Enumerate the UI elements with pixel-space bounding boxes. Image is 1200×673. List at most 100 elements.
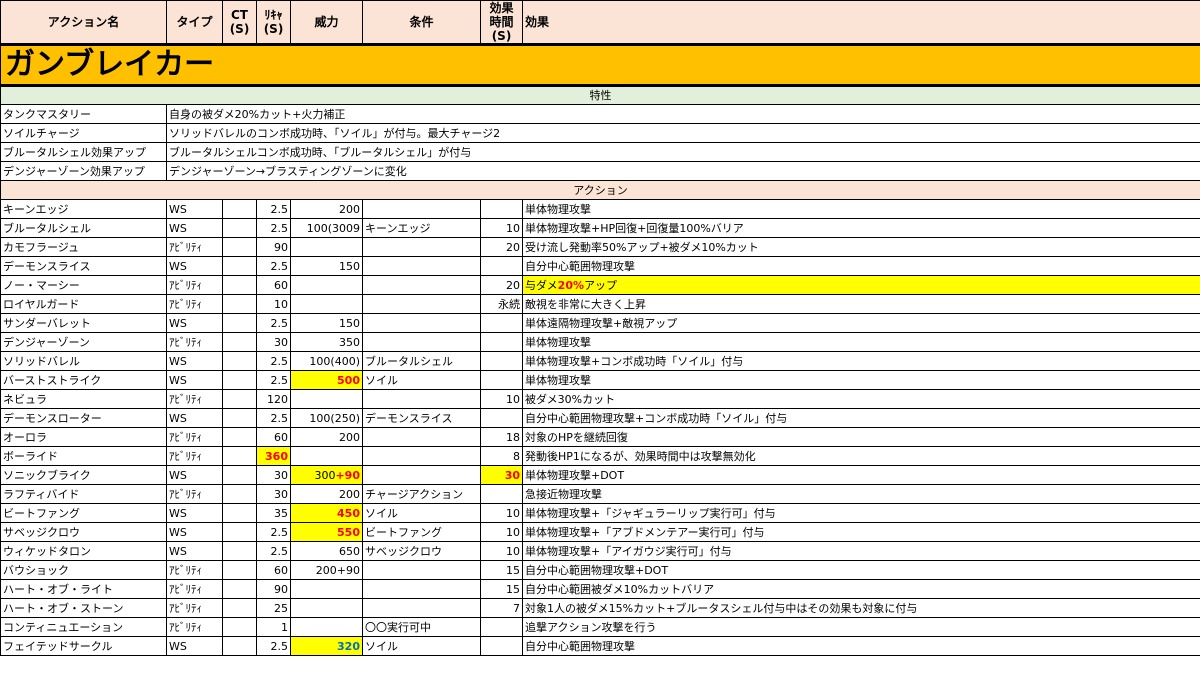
action-row: ウィケッドタロン WS 2.5 650 サベッジクロウ 10 単体物理攻撃+「アイガウジ実行… xyxy=(0,541,1200,561)
action-ct xyxy=(222,199,257,219)
action-ct xyxy=(222,256,257,276)
action-duration: 10 xyxy=(480,541,523,561)
action-effect: 単体物理攻撃+HP回復+回復量100%バリア xyxy=(522,218,1200,238)
action-name: ソニックブライク xyxy=(0,465,167,485)
action-recast: 2.5 xyxy=(256,541,291,561)
action-recast: 360 xyxy=(256,446,291,466)
action-duration xyxy=(480,199,523,219)
action-type: WS xyxy=(166,465,223,485)
action-type: ｱﾋﾞﾘﾃｨ xyxy=(166,484,223,504)
action-duration xyxy=(480,256,523,276)
action-recast: 2.5 xyxy=(256,408,291,428)
action-table: アクション名 タイプ CT (S) ﾘｷｬ (S) 威力 条件 効果 時間 (S) 効果… xyxy=(0,0,1200,656)
action-type: ｱﾋﾞﾘﾃｨ xyxy=(166,560,223,580)
action-effect: 自分中心範囲物理攻撃 xyxy=(522,256,1200,276)
action-condition: ブルータルシェル xyxy=(362,351,481,371)
action-effect: 与ダメ20%アップ xyxy=(522,275,1200,295)
action-row: デンジャーゾーン ｱﾋﾞﾘﾃｨ 30 350 単体物理攻撃 xyxy=(0,332,1200,352)
action-type: WS xyxy=(166,636,223,656)
value-segment: 与ダメ xyxy=(525,278,558,292)
spreadsheet: アクション名 タイプ CT (S) ﾘｷｬ (S) 威力 条件 効果 時間 (S) 効果… xyxy=(0,0,1200,673)
action-potency: 100(400) xyxy=(290,351,363,371)
header-effect: 効果 xyxy=(522,0,1200,45)
action-type: WS xyxy=(166,351,223,371)
action-name: キーンエッジ xyxy=(0,199,167,219)
action-ct xyxy=(222,294,257,314)
action-row: ハート・オブ・ストーン ｱﾋﾞﾘﾃｨ 25 7 対象1人の被ダメ15%カット+ブルータス… xyxy=(0,598,1200,618)
action-condition: デーモンスライス xyxy=(362,408,481,428)
action-effect: 単体物理攻撃 xyxy=(522,332,1200,352)
action-effect: 追撃アクション攻撃を行う xyxy=(522,617,1200,637)
action-duration: 10 xyxy=(480,218,523,238)
actions-section-label: アクション xyxy=(0,180,1200,200)
action-ct xyxy=(222,636,257,656)
action-row: ビートファング WS 35 450 ソイル 10 単体物理攻撃+「ジャギュラーリップ実行可」… xyxy=(0,503,1200,523)
trait-name: デンジャーゾーン効果アップ xyxy=(0,161,167,181)
action-type: ｱﾋﾞﾘﾃｨ xyxy=(166,617,223,637)
action-recast: 25 xyxy=(256,598,291,618)
action-name: フェイテッドサークル xyxy=(0,636,167,656)
header-row: アクション名 タイプ CT (S) ﾘｷｬ (S) 威力 条件 効果 時間 (S) 効果 xyxy=(0,0,1200,45)
action-row: デーモンスライス WS 2.5 150 自分中心範囲物理攻撃 xyxy=(0,256,1200,276)
trait-description: ブルータルシェルコンボ成功時、「ブルータルシェル」が付与 xyxy=(166,142,1200,162)
action-row: コンティニュエーション ｱﾋﾞﾘﾃｨ 1 〇〇実行可中 追撃アクション攻撃を行う xyxy=(0,617,1200,637)
action-recast: 2.5 xyxy=(256,199,291,219)
action-condition: ソイル xyxy=(362,636,481,656)
action-potency xyxy=(290,598,363,618)
action-duration xyxy=(480,484,523,504)
header-recast: ﾘｷｬ (S) xyxy=(256,0,291,45)
action-ct xyxy=(222,218,257,238)
action-name: ハート・オブ・ストーン xyxy=(0,598,167,618)
action-effect: 単体物理攻撃+DOT xyxy=(522,465,1200,485)
action-type: ｱﾋﾞﾘﾃｨ xyxy=(166,332,223,352)
action-potency: 200 xyxy=(290,199,363,219)
action-effect: 単体物理攻撃+「アブドメンテアー実行可」付与 xyxy=(522,522,1200,542)
action-condition xyxy=(362,256,481,276)
action-effect: 自分中心範囲物理攻撃 xyxy=(522,636,1200,656)
action-duration: 8 xyxy=(480,446,523,466)
job-title-row: ガンブレイカー xyxy=(0,43,1200,87)
action-duration: 18 xyxy=(480,427,523,447)
action-effect: 受け流し発動率50%アップ+被ダメ10%カット xyxy=(522,237,1200,257)
action-potency: 650 xyxy=(290,541,363,561)
action-ct xyxy=(222,237,257,257)
action-recast: 90 xyxy=(256,237,291,257)
action-type: WS xyxy=(166,541,223,561)
action-duration xyxy=(480,313,523,333)
action-row: ロイヤルガード ｱﾋﾞﾘﾃｨ 10 永続 敵視を非常に大きく上昇 xyxy=(0,294,1200,314)
action-effect: 単体物理攻撃+「アイガウジ実行可」付与 xyxy=(522,541,1200,561)
action-condition: ビートファング xyxy=(362,522,481,542)
action-potency: 320 xyxy=(290,636,363,656)
action-effect: 被ダメ30%カット xyxy=(522,389,1200,409)
action-recast: 30 xyxy=(256,484,291,504)
action-potency: 150 xyxy=(290,256,363,276)
action-effect: 単体物理攻撃+コンボ成功時「ソイル」付与 xyxy=(522,351,1200,371)
action-recast: 10 xyxy=(256,294,291,314)
value-segment: 300 xyxy=(314,468,336,482)
action-row: カモフラージュ ｱﾋﾞﾘﾃｨ 90 20 受け流し発動率50%アップ+被ダメ10%カット xyxy=(0,237,1200,257)
action-potency: 100(3009 xyxy=(290,218,363,238)
action-ct xyxy=(222,389,257,409)
action-condition xyxy=(362,275,481,295)
header-name: アクション名 xyxy=(0,0,167,45)
action-effect: 急接近物理攻撃 xyxy=(522,484,1200,504)
action-type: WS xyxy=(166,408,223,428)
action-type: ｱﾋﾞﾘﾃｨ xyxy=(166,237,223,257)
action-ct xyxy=(222,275,257,295)
action-recast: 2.5 xyxy=(256,636,291,656)
action-condition xyxy=(362,446,481,466)
action-condition xyxy=(362,579,481,599)
action-ct xyxy=(222,522,257,542)
action-type: WS xyxy=(166,218,223,238)
action-duration: 30 xyxy=(480,465,523,485)
action-duration xyxy=(480,617,523,637)
action-row: オーロラ ｱﾋﾞﾘﾃｨ 60 200 18 対象のHPを継続回復 xyxy=(0,427,1200,447)
action-duration xyxy=(480,636,523,656)
action-potency xyxy=(290,579,363,599)
action-recast: 1 xyxy=(256,617,291,637)
action-duration: 15 xyxy=(480,560,523,580)
action-ct xyxy=(222,351,257,371)
action-row: ノー・マーシー ｱﾋﾞﾘﾃｨ 60 20 与ダメ20%アップ xyxy=(0,275,1200,295)
action-name: デーモンスライス xyxy=(0,256,167,276)
action-condition xyxy=(362,598,481,618)
